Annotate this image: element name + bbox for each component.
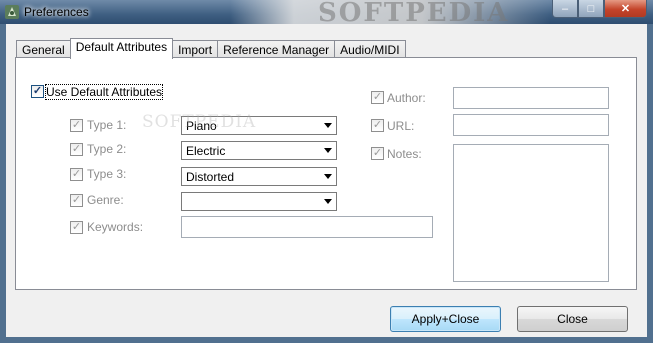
author-checkbox[interactable]: ✓: [371, 91, 384, 104]
url-checkbox[interactable]: ✓: [371, 119, 384, 132]
panel-watermark: SOFTPEDIA: [142, 112, 257, 132]
type1-label: Type 1:: [87, 118, 127, 132]
minimize-icon: –: [561, 2, 569, 15]
tab-strip: General Default Attributes Import Refere…: [16, 38, 406, 59]
close-button[interactable]: Close: [517, 306, 628, 332]
type3-label: Type 3:: [87, 167, 127, 181]
type2-value: Electric: [186, 144, 226, 158]
chevron-down-icon: [324, 174, 332, 179]
type3-value: Distorted: [186, 170, 235, 184]
tab-default-attributes[interactable]: Default Attributes: [69, 38, 174, 59]
genre-checkbox[interactable]: ✓: [70, 194, 83, 207]
close-icon: ✕: [620, 3, 631, 15]
author-field[interactable]: [453, 87, 609, 109]
type3-dropdown[interactable]: Distorted: [181, 167, 337, 186]
maximize-icon: □: [587, 2, 595, 15]
chevron-down-icon: [324, 123, 332, 128]
notes-label: Notes:: [387, 147, 422, 161]
apply-close-button[interactable]: Apply+Close: [390, 306, 501, 332]
chevron-down-icon: [324, 199, 332, 204]
app-icon: [5, 5, 19, 19]
maximize-button[interactable]: □: [578, 0, 604, 18]
keywords-label: Keywords:: [87, 220, 144, 234]
genre-label: Genre:: [87, 193, 124, 207]
notes-checkbox[interactable]: ✓: [371, 147, 384, 160]
keywords-checkbox[interactable]: ✓: [70, 221, 83, 234]
notes-textarea[interactable]: [453, 144, 609, 282]
url-field[interactable]: [453, 114, 609, 136]
minimize-button[interactable]: –: [552, 0, 578, 18]
url-label: URL:: [387, 119, 415, 133]
window-title: Preferences: [24, 5, 89, 19]
author-label: Author:: [387, 91, 426, 105]
title-bar[interactable]: SOFTPEDIA Preferences – □ ✕: [0, 0, 653, 28]
genre-dropdown[interactable]: [181, 192, 337, 211]
window-controls: – □ ✕: [552, 0, 647, 18]
keywords-field[interactable]: [181, 216, 433, 238]
chevron-down-icon: [324, 148, 332, 153]
use-default-attributes-label: Use Default Attributes: [44, 84, 164, 100]
type1-checkbox[interactable]: ✓: [70, 119, 83, 132]
type2-dropdown[interactable]: Electric: [181, 141, 337, 160]
type2-label: Type 2:: [87, 142, 127, 156]
use-default-attributes-checkbox[interactable]: ✓: [31, 85, 44, 98]
type2-checkbox[interactable]: ✓: [70, 143, 83, 156]
type3-checkbox[interactable]: ✓: [70, 168, 83, 181]
close-window-button[interactable]: ✕: [604, 0, 647, 18]
